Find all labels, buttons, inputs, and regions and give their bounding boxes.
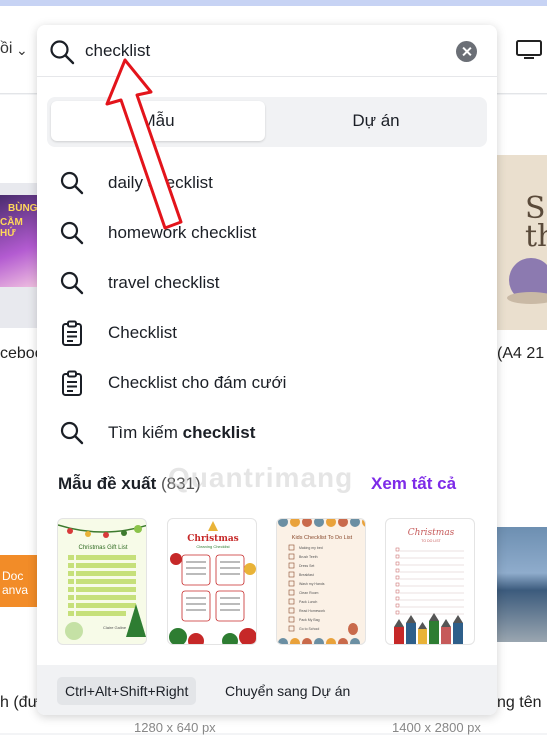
svg-text:Kids Checklist To Do List: Kids Checklist To Do List	[292, 535, 353, 541]
background-card-label: (A4 21	[497, 345, 545, 362]
template-preview: Kids Checklist To Do List Making my bed …	[278, 519, 365, 644]
footer-hint: Ctrl+Alt+Shift+Right Chuyển sang Dự án	[37, 665, 497, 715]
suggestion-item[interactable]: homework checklist	[37, 208, 497, 258]
svg-text:Pack My Bag: Pack My Bag	[299, 618, 320, 622]
decorative-shape	[507, 258, 547, 304]
svg-text:Breakfast: Breakfast	[299, 573, 314, 577]
search-input[interactable]	[85, 37, 445, 65]
watermark: Quantrimang	[168, 462, 354, 493]
clipboard-icon	[62, 370, 82, 396]
search-icon	[60, 271, 84, 295]
suggestion-label: Checklist	[108, 323, 177, 342]
suggestion-item[interactable]: daily checklist	[37, 158, 497, 208]
template-preview: Christmas TO DO LIST	[394, 528, 464, 644]
svg-text:Cleaning Checklist: Cleaning Checklist	[196, 544, 230, 549]
search-all-item[interactable]: Tìm kiếm checklist	[37, 408, 497, 458]
svg-text:Christmas: Christmas	[408, 528, 455, 538]
svg-text:Claire Galine: Claire Galine	[103, 625, 127, 630]
search-icon	[60, 221, 84, 245]
search-tabs: Mẫu Dự án	[47, 97, 487, 147]
svg-text:Go to School: Go to School	[299, 627, 319, 631]
template-preview: Christmas Gift List Claire Galine	[58, 524, 146, 640]
suggestion-label: Checklist cho đám cưới	[108, 373, 287, 392]
suggestion-item[interactable]: Checklist	[37, 308, 497, 358]
svg-text:Dress Set: Dress Set	[299, 564, 314, 568]
search-dropdown: Mẫu Dự án daily checklist homework check…	[37, 25, 497, 715]
template-thumbnail[interactable]: Christmas Cleaning Checklist	[167, 518, 257, 645]
suggestion-item[interactable]: Checklist cho đám cưới	[37, 358, 497, 408]
tab-du-an[interactable]: Dự án	[269, 101, 483, 141]
svg-text:Read Homework: Read Homework	[299, 609, 325, 613]
background-template-card[interactable]: Doc anva	[0, 555, 38, 607]
background-card-label: h (đư	[0, 694, 39, 711]
svg-text:Christmas Gift List: Christmas Gift List	[78, 545, 127, 551]
suggestion-label: daily checklist	[108, 173, 213, 192]
search-icon	[60, 171, 84, 195]
template-thumbnail[interactable]: Kids Checklist To Do List Making my bed …	[276, 518, 366, 645]
background-card-label: ng tên	[497, 694, 542, 711]
svg-text:Making my bed: Making my bed	[299, 546, 323, 550]
monitor-icon[interactable]	[516, 40, 542, 60]
chevron-down-icon[interactable]: ⌄	[16, 42, 28, 59]
template-thumbnail[interactable]: Christmas Gift List Claire Galine	[57, 518, 147, 645]
template-preview: Christmas Cleaning Checklist	[169, 521, 256, 644]
keyboard-shortcut: Ctrl+Alt+Shift+Right	[57, 677, 197, 705]
header-left-text[interactable]: ồi	[0, 40, 12, 58]
tab-mau[interactable]: Mẫu	[51, 101, 265, 141]
suggestion-label: travel checklist	[108, 273, 220, 292]
background-template-card[interactable]: S the	[497, 155, 547, 330]
background-template-card[interactable]	[497, 527, 547, 642]
svg-text:Clean Room: Clean Room	[299, 591, 319, 595]
clipboard-icon	[62, 320, 82, 346]
suggestion-item[interactable]: travel checklist	[37, 258, 497, 308]
suggestion-label: homework checklist	[108, 223, 257, 242]
svg-text:TO DO LIST: TO DO LIST	[421, 539, 441, 543]
clear-icon[interactable]	[456, 41, 477, 62]
svg-text:Christmas: Christmas	[187, 534, 239, 544]
svg-text:Brush Teeth: Brush Teeth	[299, 555, 318, 559]
footer-label: Chuyển sang Dự án	[225, 683, 351, 699]
suggestion-label: Tìm kiếm checklist	[108, 423, 256, 442]
search-bar	[37, 25, 497, 77]
svg-text:Wash my Hands: Wash my Hands	[299, 582, 325, 586]
search-icon	[60, 421, 84, 445]
search-icon	[50, 40, 75, 65]
background-template-card[interactable]: BÙNG CẦM HỨ	[0, 183, 38, 328]
see-all-link[interactable]: Xem tất cả	[371, 474, 456, 494]
card-heading: S the	[525, 191, 547, 254]
template-thumbnail[interactable]: Christmas TO DO LIST	[385, 518, 475, 645]
svg-text:Pack Lunch: Pack Lunch	[299, 600, 317, 604]
